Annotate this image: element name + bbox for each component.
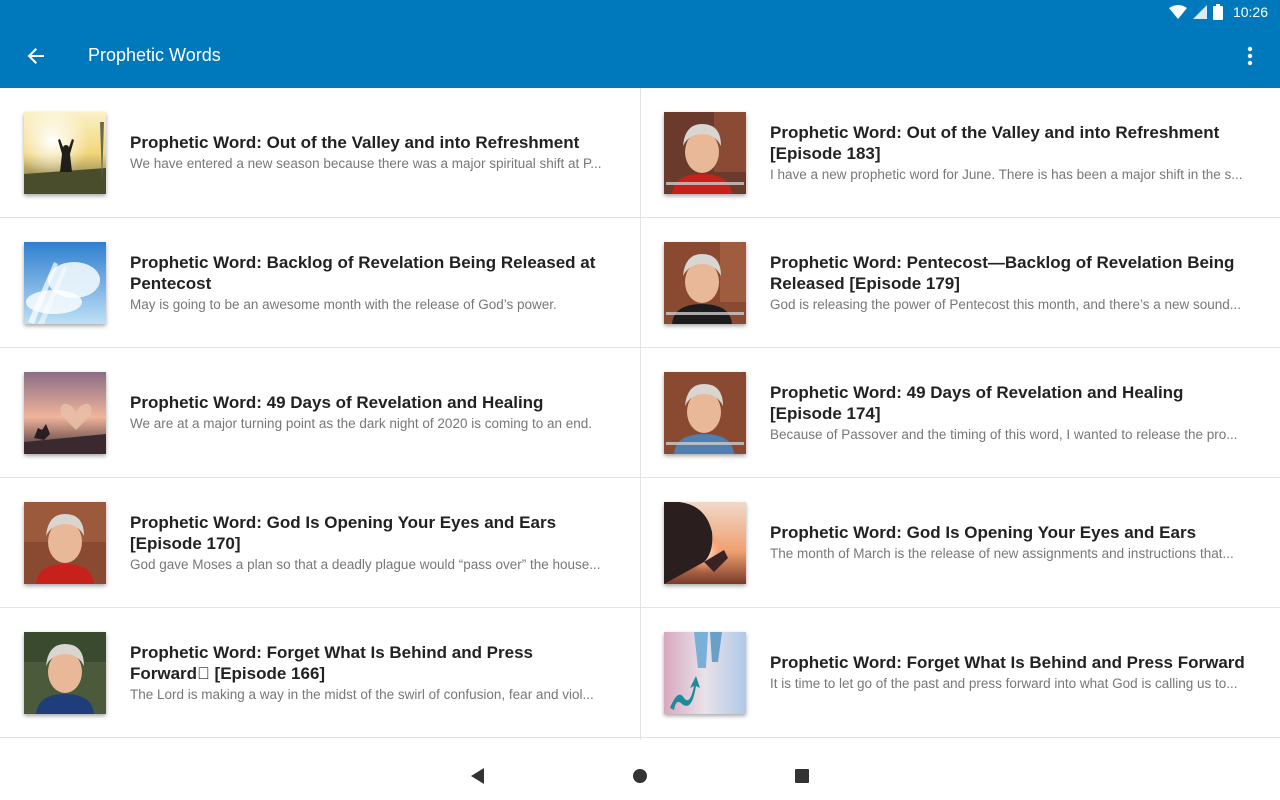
- item-description: It is time to let go of the past and pre…: [770, 676, 1238, 691]
- thumbnail-man-red: [24, 502, 106, 584]
- item-text: Prophetic Word: Forget What Is Behind an…: [770, 608, 1252, 737]
- home-circle-icon: [633, 769, 647, 783]
- item-text: Prophetic Word: Pentecost—Backlog of Rev…: [770, 218, 1252, 347]
- thumbnail-sunrise-woman: [24, 112, 106, 194]
- arrow-back-icon: [27, 48, 44, 64]
- item-title: Prophetic Word: 49 Days of Revelation an…: [130, 393, 544, 412]
- item-title: Prophetic Word: Forget What Is Behind an…: [770, 653, 1245, 672]
- item-text: Prophetic Word: God Is Opening Your Eyes…: [130, 478, 612, 607]
- item-description: Because of Passover and the timing of th…: [770, 426, 1238, 442]
- wifi-icon: [1168, 5, 1187, 19]
- item-text: Prophetic Word: Out of the Valley and in…: [130, 88, 612, 217]
- signal-icon: [1192, 5, 1207, 19]
- item-description: The Lord is making a way in the midst of…: [130, 686, 594, 702]
- item-title: Prophetic Word: Out of the Valley and in…: [770, 122, 1220, 163]
- list-item[interactable]: Prophetic Word: 49 Days of Revelation an…: [0, 348, 640, 478]
- list-item[interactable]: Prophetic Word: God Is Opening Your Eyes…: [640, 478, 1280, 608]
- thumbnail-feet-arrow: [664, 632, 746, 714]
- item-description: We have entered a new season because the…: [130, 156, 602, 171]
- item-title: Prophetic Word: God Is Opening Your Eyes…: [130, 512, 557, 553]
- overflow-menu-button[interactable]: [1234, 40, 1266, 72]
- list-item[interactable]: Prophetic Word: 49 Days of Revelation an…: [640, 348, 1280, 478]
- status-icons: 10:26: [1168, 4, 1268, 20]
- status-clock: 10:26: [1232, 4, 1268, 20]
- item-description: God gave Moses a plan so that a deadly p…: [130, 556, 601, 572]
- item-title: Prophetic Word: Backlog of Revelation Be…: [130, 252, 596, 293]
- list-item[interactable]: Prophetic Word: God Is Opening Your Eyes…: [0, 478, 640, 608]
- battery-icon: [1212, 4, 1223, 20]
- recents-square-icon: [795, 769, 809, 783]
- item-description: The month of March is the release of new…: [770, 546, 1234, 561]
- item-title: Prophetic Word: Out of the Valley and in…: [130, 133, 580, 152]
- item-description: God is releasing the power of Pentecost …: [770, 296, 1242, 312]
- list-item[interactable]: Prophetic Word: Out of the Valley and in…: [640, 88, 1280, 218]
- item-description: I have a new prophetic word for June. Th…: [770, 166, 1243, 182]
- item-text: Prophetic Word: God Is Opening Your Eyes…: [770, 478, 1252, 607]
- prophetic-words-list: Prophetic Word: Out of the Valley and in…: [0, 88, 1280, 740]
- item-text: Prophetic Word: Out of the Valley and in…: [770, 88, 1252, 217]
- item-title: Prophetic Word: Forget What Is Behind an…: [130, 642, 534, 683]
- item-text: Prophetic Word: 49 Days of Revelation an…: [130, 348, 612, 477]
- thumbnail-man-denim-video: [664, 372, 746, 454]
- item-title: Prophetic Word: God Is Opening Your Eyes…: [770, 523, 1197, 542]
- nav-recents-button[interactable]: [790, 764, 814, 788]
- list-item[interactable]: Prophetic Word: Forget What Is Behind an…: [640, 608, 1280, 738]
- list-item[interactable]: Prophetic Word: Backlog of Revelation Be…: [0, 218, 640, 348]
- page-title: Prophetic Words: [88, 45, 221, 65]
- thumbnail-hand-sunset: [664, 502, 746, 584]
- list-item[interactable]: Prophetic Word: Out of the Valley and in…: [0, 88, 640, 218]
- back-button[interactable]: [20, 40, 52, 72]
- list-item[interactable]: Prophetic Word: Forget What Is Behind an…: [0, 608, 640, 738]
- item-title: Prophetic Word: 49 Days of Revelation an…: [770, 382, 1184, 423]
- nav-home-button[interactable]: [628, 764, 652, 788]
- nav-back-button[interactable]: [466, 764, 490, 788]
- app-bar: Prophetic Words: [0, 24, 1280, 88]
- item-text: Prophetic Word: 49 Days of Revelation an…: [770, 348, 1252, 477]
- thumbnail-man-blue: [24, 632, 106, 714]
- system-nav-bar: [0, 752, 1280, 800]
- more-vert-icon: [1247, 46, 1253, 66]
- thumbnail-angel-sky: [24, 242, 106, 324]
- item-description: We are at a major turning point as the d…: [130, 416, 593, 431]
- item-title: Prophetic Word: Pentecost—Backlog of Rev…: [770, 252, 1235, 293]
- back-triangle-icon: [471, 768, 484, 784]
- thumbnail-heart-book: [24, 372, 106, 454]
- thumbnail-man-red-video: [664, 112, 746, 194]
- status-bar: 10:26: [0, 0, 1280, 24]
- thumbnail-man-black-video: [664, 242, 746, 324]
- item-text: Prophetic Word: Forget What Is Behind an…: [130, 608, 612, 737]
- item-description: May is going to be an awesome month with…: [130, 296, 557, 312]
- list-item[interactable]: Prophetic Word: Pentecost—Backlog of Rev…: [640, 218, 1280, 348]
- item-text: Prophetic Word: Backlog of Revelation Be…: [130, 218, 612, 347]
